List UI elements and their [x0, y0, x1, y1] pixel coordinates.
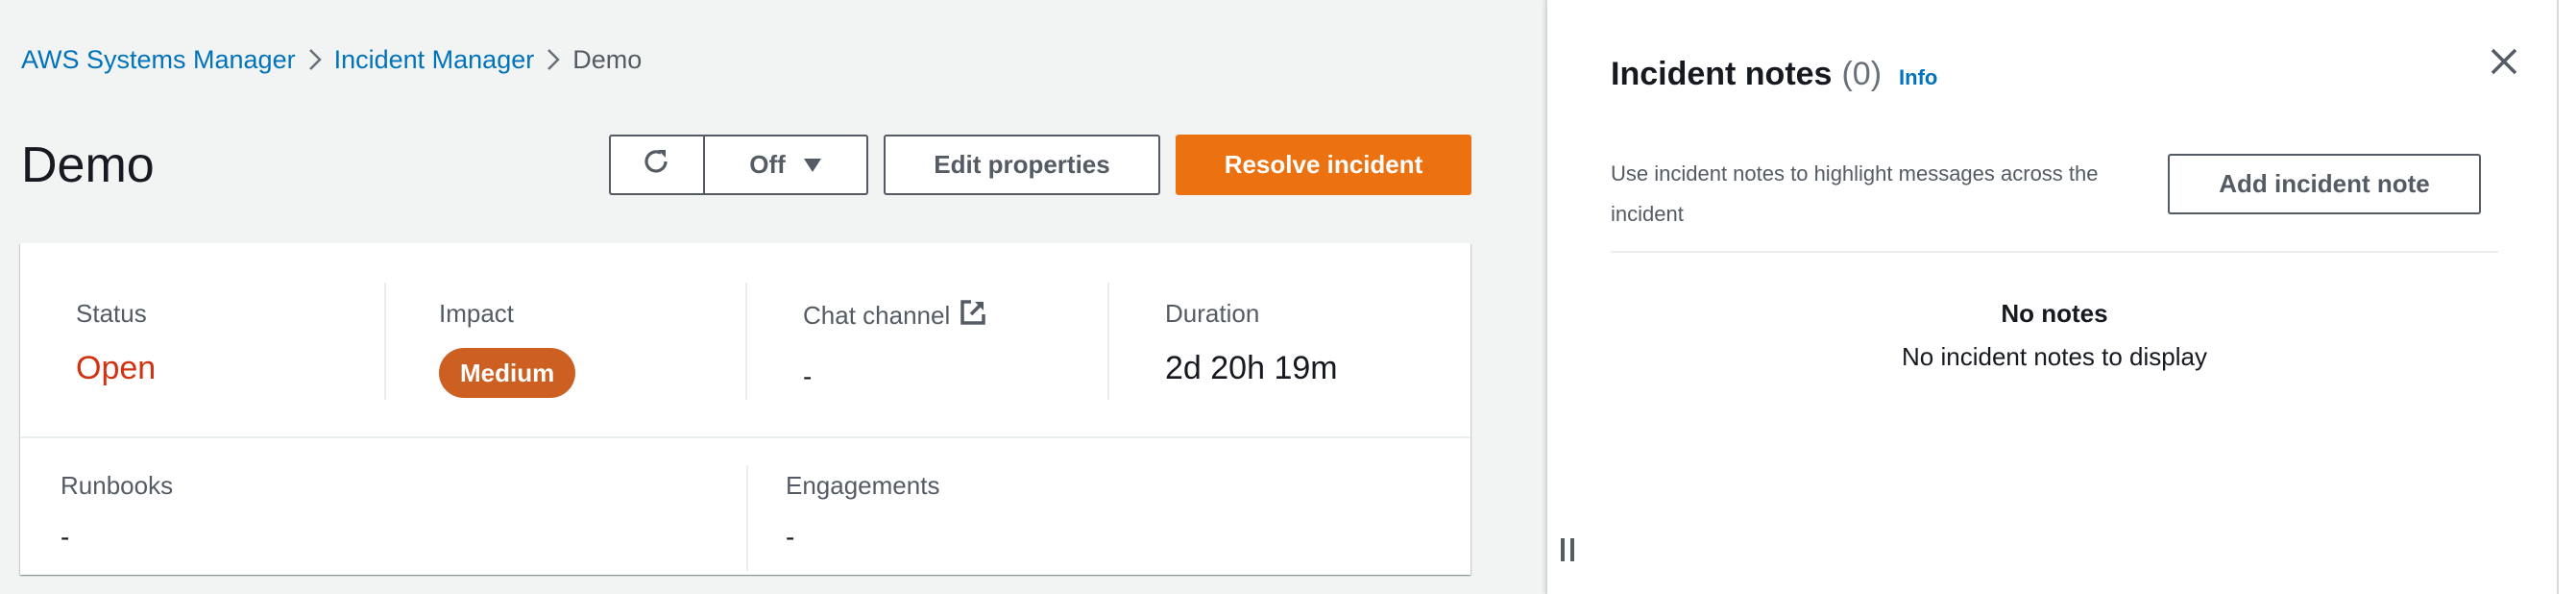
status-label: Status [76, 299, 147, 328]
incident-summary-card: Status Open Impact Medium Chat channel -… [20, 243, 1470, 575]
duration-label: Duration [1165, 299, 1260, 328]
chevron-right-icon [534, 42, 572, 77]
refresh-icon [643, 147, 671, 183]
panel-description: Use incident notes to highlight messages… [1611, 161, 2099, 226]
resolve-incident-button[interactable]: Resolve incident [1176, 135, 1471, 195]
empty-state-title: No notes [2001, 299, 2108, 328]
add-incident-note-button[interactable]: Add incident note [2168, 154, 2481, 214]
breadcrumb-incident-manager[interactable]: Incident Manager [334, 45, 535, 75]
column-divider [384, 283, 386, 400]
notes-count: (0) [1841, 56, 1883, 92]
panel-header: Incident notes (0) Info [1611, 56, 1937, 93]
auto-refresh-dropdown[interactable]: Off [705, 135, 868, 195]
chevron-right-icon [296, 42, 334, 77]
impact-label: Impact [439, 299, 515, 328]
status-value: Open [76, 350, 157, 386]
panel-resize-handle[interactable] [1561, 538, 1576, 561]
summary-row-1: Status Open Impact Medium Chat channel -… [20, 243, 1470, 438]
chat-channel-value: - [803, 361, 813, 391]
impact-badge: Medium [439, 348, 576, 398]
panel-divider [1611, 251, 2498, 253]
duration-value: 2d 20h 19m [1165, 350, 1338, 386]
incident-notes-panel: Incident notes (0) Info Use incident not… [1545, 0, 2557, 594]
status-field: Status Open [76, 299, 156, 387]
breadcrumb-systems-manager[interactable]: AWS Systems Manager [21, 45, 296, 75]
chat-channel-field: Chat channel - [745, 283, 986, 400]
empty-state: No notes No incident notes to display [1611, 294, 2498, 381]
auto-refresh-value: Off [749, 150, 786, 179]
column-divider [1107, 283, 1109, 400]
engagements-field: Engagements - [746, 465, 939, 571]
panel-title: Incident notes [1611, 56, 1833, 92]
empty-state-message: No incident notes to display [1902, 342, 2207, 371]
engagements-label: Engagements [786, 471, 940, 500]
close-icon [2489, 48, 2519, 81]
main-content: AWS Systems Manager Incident Manager Dem… [0, 0, 1545, 594]
edit-properties-button[interactable]: Edit properties [884, 135, 1160, 195]
info-link[interactable]: Info [1899, 65, 1937, 90]
page-title: Demo [21, 137, 155, 193]
impact-field: Impact Medium [384, 283, 576, 400]
runbooks-field: Runbooks - [61, 471, 173, 553]
scrollbar-track[interactable] [2557, 0, 2576, 594]
summary-row-2: Runbooks - Engagements - [20, 440, 1470, 575]
breadcrumb: AWS Systems Manager Incident Manager Dem… [21, 42, 642, 77]
resize-grip-icon [1570, 538, 1574, 561]
breadcrumb-current: Demo [572, 44, 643, 74]
runbooks-value: - [61, 522, 70, 552]
external-link-icon[interactable] [960, 299, 986, 333]
close-panel-button[interactable] [2489, 46, 2519, 77]
chat-channel-label: Chat channel [803, 301, 951, 330]
caret-down-icon [803, 150, 822, 180]
engagements-value: - [786, 522, 795, 552]
duration-field: Duration 2d 20h 19m [1107, 283, 1338, 400]
header-actions: Off Edit properties Resolve incident [609, 135, 1471, 195]
resize-grip-icon [1561, 538, 1565, 561]
column-divider [745, 283, 747, 400]
column-divider [746, 465, 748, 571]
runbooks-label: Runbooks [61, 471, 174, 500]
refresh-button[interactable] [609, 135, 705, 195]
